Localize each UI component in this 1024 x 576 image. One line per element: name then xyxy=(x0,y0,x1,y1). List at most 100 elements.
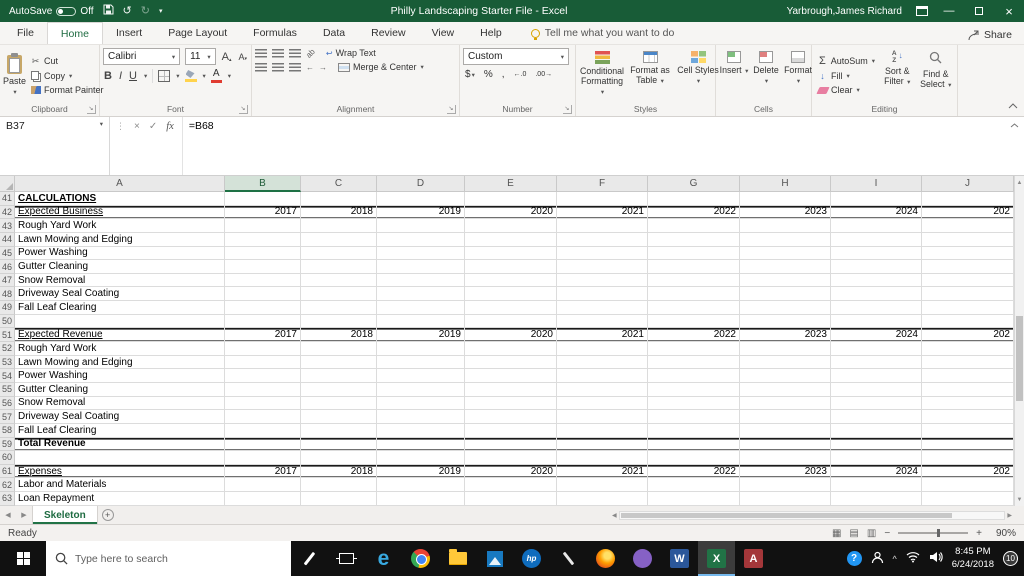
cell-H53[interactable] xyxy=(740,355,831,370)
cell-H45[interactable] xyxy=(740,246,831,261)
cell-E63[interactable] xyxy=(465,492,557,506)
cell-G49[interactable] xyxy=(648,301,740,315)
cell-J43[interactable] xyxy=(922,219,1014,233)
normal-view-icon[interactable]: ▦ xyxy=(832,528,841,539)
cell-C49[interactable] xyxy=(301,301,377,315)
scroll-down-icon[interactable]: ▼ xyxy=(1015,493,1024,506)
cell-J55[interactable] xyxy=(922,382,1014,397)
percent-style-button[interactable]: % xyxy=(482,69,495,80)
row-header-50[interactable]: 50 xyxy=(0,314,15,329)
zoom-slider-thumb[interactable] xyxy=(936,529,940,537)
cut-button[interactable]: ✂ Cut xyxy=(28,55,106,68)
cell-F55[interactable] xyxy=(557,382,648,397)
cell-D60[interactable] xyxy=(377,451,465,465)
decrease-decimal-button[interactable]: .00→ xyxy=(533,71,554,78)
cell-J56[interactable] xyxy=(922,396,1014,411)
tab-file[interactable]: File xyxy=(4,22,47,44)
cell-A49[interactable]: Fall Leaf Clearing xyxy=(15,301,225,315)
cell-A63[interactable]: Loan Repayment xyxy=(15,492,225,506)
autosave-toggle[interactable]: AutoSave Off xyxy=(9,6,94,17)
cell-B42[interactable]: 2017 xyxy=(225,205,301,220)
help-icon[interactable]: ? xyxy=(846,551,862,566)
cell-G56[interactable] xyxy=(648,396,740,411)
cell-H52[interactable] xyxy=(740,342,831,356)
row-header-48[interactable]: 48 xyxy=(0,287,15,302)
cell-C62[interactable] xyxy=(301,478,377,493)
cell-H62[interactable] xyxy=(740,478,831,493)
cell-I44[interactable] xyxy=(831,232,922,247)
cell-C47[interactable] xyxy=(301,273,377,288)
redo-icon[interactable]: ↻ xyxy=(141,5,150,17)
edge-icon[interactable] xyxy=(365,541,402,576)
sort-filter-button[interactable]: AZSort & Filter ▾ xyxy=(879,48,916,102)
cell-I56[interactable] xyxy=(831,396,922,411)
tell-me-box[interactable]: Tell me what you want to do xyxy=(530,22,674,44)
cell-F41[interactable] xyxy=(557,192,648,206)
cell-H47[interactable] xyxy=(740,273,831,288)
tab-review[interactable]: Review xyxy=(358,22,418,44)
cell-G48[interactable] xyxy=(648,287,740,302)
cell-F60[interactable] xyxy=(557,451,648,465)
column-header-J[interactable]: J xyxy=(922,176,1014,192)
cell-J54[interactable] xyxy=(922,369,1014,383)
cell-A61[interactable]: Expenses xyxy=(15,464,225,479)
cell-D50[interactable] xyxy=(377,314,465,329)
row-header-56[interactable]: 56 xyxy=(0,396,15,411)
cell-H60[interactable] xyxy=(740,451,831,465)
cell-I41[interactable] xyxy=(831,192,922,206)
tab-data[interactable]: Data xyxy=(310,22,358,44)
fill-button[interactable]: ↓ Fill ▾ xyxy=(815,70,877,82)
cell-D63[interactable] xyxy=(377,492,465,506)
cell-I46[interactable] xyxy=(831,260,922,274)
cell-I60[interactable] xyxy=(831,451,922,465)
copy-button[interactable]: Copy ▾ xyxy=(28,70,106,82)
cell-A46[interactable]: Gutter Cleaning xyxy=(15,260,225,274)
cell-I54[interactable] xyxy=(831,369,922,383)
cell-A52[interactable]: Rough Yard Work xyxy=(15,342,225,356)
cell-D51[interactable]: 2019 xyxy=(377,328,465,343)
cell-E55[interactable] xyxy=(465,382,557,397)
column-header-G[interactable]: G xyxy=(648,176,740,192)
increase-decimal-button[interactable]: ←.0 xyxy=(512,71,529,78)
cell-H59[interactable] xyxy=(740,437,831,452)
column-header-E[interactable]: E xyxy=(465,176,557,192)
row-header-52[interactable]: 52 xyxy=(0,342,15,356)
insert-function-icon[interactable]: fx xyxy=(166,121,174,132)
task-view-icon[interactable] xyxy=(328,541,365,576)
cell-H63[interactable] xyxy=(740,492,831,506)
cell-H54[interactable] xyxy=(740,369,831,383)
cell-J58[interactable] xyxy=(922,423,1014,438)
horizontal-scrollbar[interactable]: ◀ ▶ xyxy=(612,510,1012,521)
cell-B53[interactable] xyxy=(225,355,301,370)
cell-I47[interactable] xyxy=(831,273,922,288)
cell-C50[interactable] xyxy=(301,314,377,329)
cell-C44[interactable] xyxy=(301,232,377,247)
cell-D47[interactable] xyxy=(377,273,465,288)
font-size-select[interactable]: 11 ▾ xyxy=(185,48,216,65)
cell-G46[interactable] xyxy=(648,260,740,274)
cell-D57[interactable] xyxy=(377,410,465,424)
column-header-F[interactable]: F xyxy=(557,176,648,192)
font-dialog-launcher-icon[interactable]: ↘ xyxy=(239,105,248,114)
cell-G42[interactable]: 2022 xyxy=(648,205,740,220)
tab-page-layout[interactable]: Page Layout xyxy=(155,22,240,44)
cell-I53[interactable] xyxy=(831,355,922,370)
format-cells-button[interactable]: Format ▾ xyxy=(783,48,813,102)
hscroll-right-icon[interactable]: ▶ xyxy=(1007,512,1012,519)
zoom-out-icon[interactable]: − xyxy=(884,528,890,539)
cell-H46[interactable] xyxy=(740,260,831,274)
cell-D46[interactable] xyxy=(377,260,465,274)
cell-J49[interactable] xyxy=(922,301,1014,315)
cell-C46[interactable] xyxy=(301,260,377,274)
cell-E46[interactable] xyxy=(465,260,557,274)
cell-E52[interactable] xyxy=(465,342,557,356)
hp-icon[interactable] xyxy=(513,541,550,576)
enter-icon[interactable]: ✓ xyxy=(149,121,157,132)
cell-E50[interactable] xyxy=(465,314,557,329)
cell-D45[interactable] xyxy=(377,246,465,261)
minimize-button[interactable]: — xyxy=(934,0,964,22)
firefox-icon[interactable] xyxy=(587,541,624,576)
cell-G44[interactable] xyxy=(648,232,740,247)
cell-J60[interactable] xyxy=(922,451,1014,465)
restore-button[interactable] xyxy=(964,0,994,22)
